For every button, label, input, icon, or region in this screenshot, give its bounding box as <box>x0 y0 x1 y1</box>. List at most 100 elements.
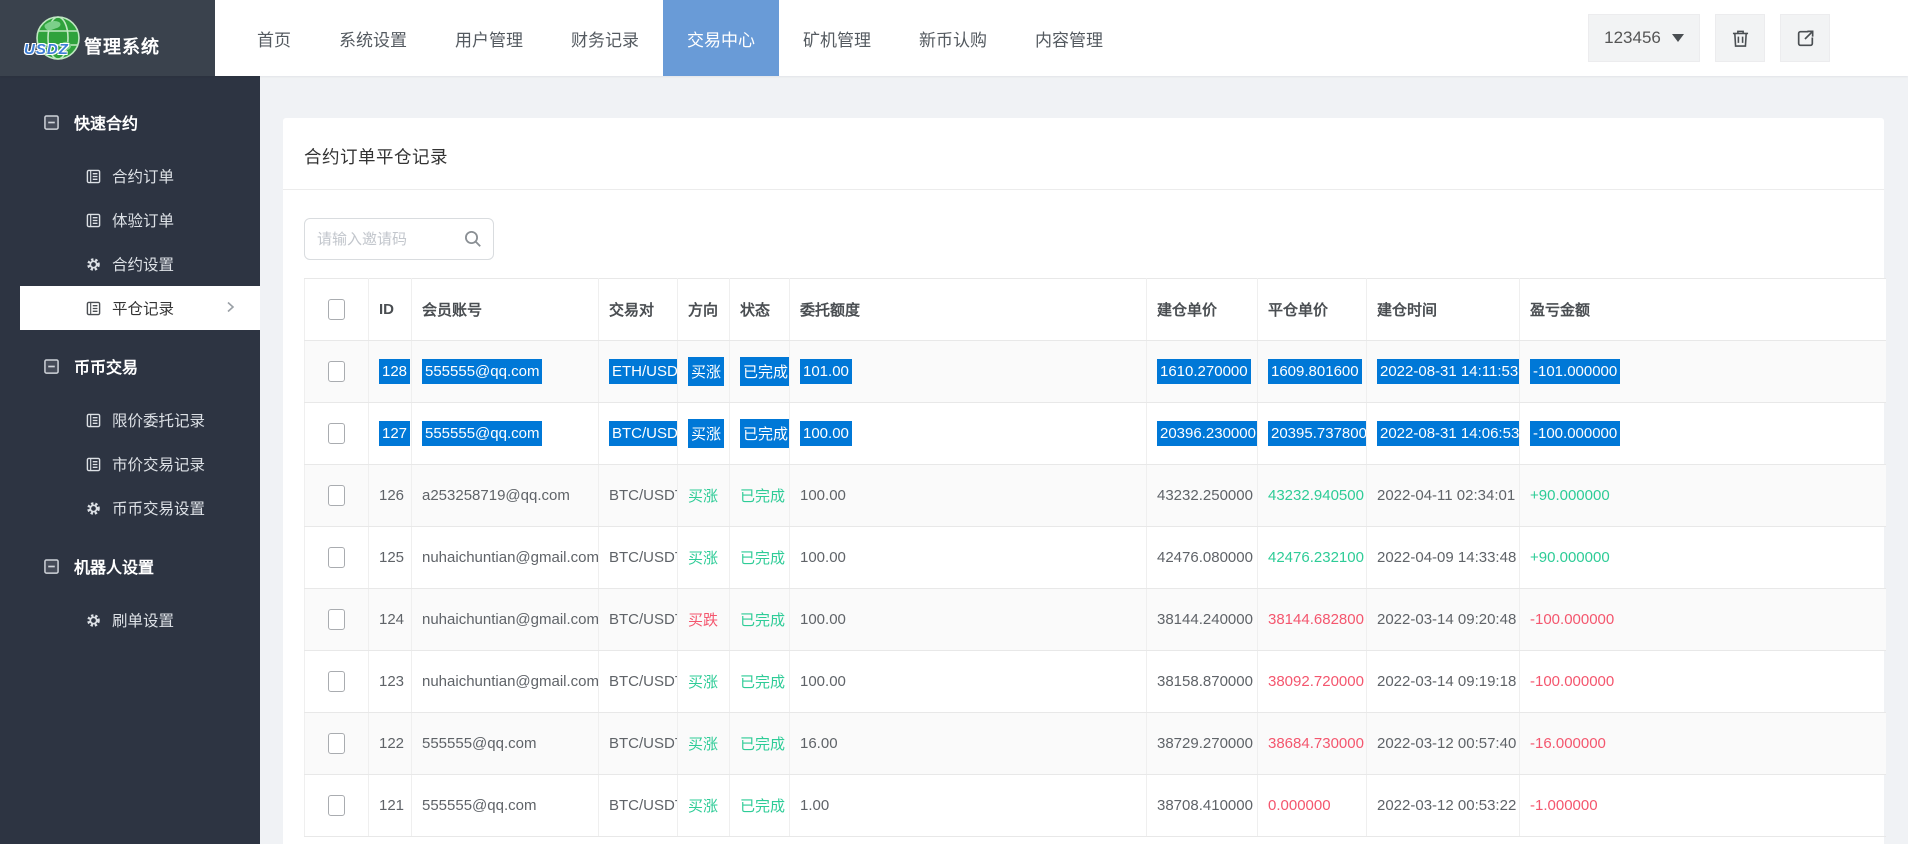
cell-pair: BTC/USDT <box>599 527 678 589</box>
cell-id: 128 <box>369 341 412 403</box>
row-checkbox-cell <box>305 775 369 837</box>
cell-text: 42476.080000 <box>1157 549 1253 566</box>
nav-item-4[interactable]: 交易中心 <box>663 0 779 76</box>
row-checkbox[interactable] <box>328 547 345 568</box>
cell-close: 38144.682800 <box>1258 589 1367 651</box>
nav-item-5[interactable]: 矿机管理 <box>779 0 895 76</box>
row-checkbox[interactable] <box>328 423 345 444</box>
nav-item-0[interactable]: 首页 <box>233 0 315 76</box>
sidebar-item[interactable]: 刷单设置 <box>0 598 260 642</box>
column-header: 交易对 <box>599 279 678 341</box>
sidebar-item[interactable]: 币币交易设置 <box>0 486 260 530</box>
cell-text: 已完成 <box>740 674 785 691</box>
cell-status: 已完成 <box>730 713 790 775</box>
trash-icon <box>1730 28 1751 49</box>
row-checkbox[interactable] <box>328 609 345 630</box>
cell-text: a253258719@qq.com <box>422 487 570 504</box>
cell-status: 已完成 <box>730 465 790 527</box>
nav-item-3[interactable]: 财务记录 <box>547 0 663 76</box>
sidebar-item[interactable]: 合约订单 <box>0 154 260 198</box>
cell-pnl: +90.000000 <box>1520 527 1886 589</box>
column-header: 建仓时间 <box>1367 279 1520 341</box>
select-all-checkbox[interactable] <box>328 299 345 320</box>
sidebar-section-1: 币币交易限价委托记录市价交易记录币币交易设置 <box>0 344 260 530</box>
cell-text: 2022-03-12 00:57:40 <box>1377 735 1516 752</box>
cell-pair: BTC/USDT <box>599 589 678 651</box>
table-wrap: ID会员账号交易对方向状态委托额度建仓单价平仓单价建仓时间盈亏金额 128555… <box>304 278 1884 837</box>
cell-text: 已完成 <box>740 357 790 386</box>
cell-text: 1.00 <box>800 797 829 814</box>
cell-text: nuhaichuntian@gmail.com <box>422 549 599 566</box>
row-checkbox[interactable] <box>328 671 345 692</box>
sidebar-section-title[interactable]: 机器人设置 <box>0 544 260 588</box>
sidebar-section-0: 快速合约合约订单体验订单合约设置平仓记录 <box>0 100 260 330</box>
sidebar-item-label: 合约订单 <box>112 165 174 187</box>
nav-item-7[interactable]: 内容管理 <box>1011 0 1127 76</box>
search-icon[interactable] <box>463 229 483 249</box>
sidebar-section-label: 机器人设置 <box>74 554 154 578</box>
sidebar-item[interactable]: 市价交易记录 <box>0 442 260 486</box>
clear-cache-button[interactable] <box>1715 14 1765 62</box>
cell-text: -100.000000 <box>1530 611 1614 628</box>
cell-amount: 100.00 <box>790 651 1147 713</box>
column-header: 会员账号 <box>412 279 599 341</box>
cell-time: 2022-03-14 09:19:18 <box>1367 651 1520 713</box>
logout-button[interactable] <box>1780 14 1830 62</box>
sidebar-section-title[interactable]: 币币交易 <box>0 344 260 388</box>
cell-id: 123 <box>369 651 412 713</box>
logo: USDZ 管理系统 <box>0 0 215 76</box>
cell-text: BTC/USDT <box>609 487 678 504</box>
nav-item-1[interactable]: 系统设置 <box>315 0 431 76</box>
card-header: 合约订单平仓记录 <box>283 118 1884 190</box>
nav-item-label: 内容管理 <box>1035 26 1103 51</box>
cell-text: +90.000000 <box>1530 487 1610 504</box>
sidebar-item[interactable]: 限价委托记录 <box>0 398 260 442</box>
row-checkbox-cell <box>305 651 369 713</box>
sidebar-item-label: 限价委托记录 <box>112 409 205 431</box>
cell-text: 0.000000 <box>1268 797 1331 814</box>
row-checkbox[interactable] <box>328 361 345 382</box>
column-header: 委托额度 <box>790 279 1147 341</box>
cell-account: 555555@qq.com <box>412 713 599 775</box>
sidebar-item-label: 市价交易记录 <box>112 453 205 475</box>
globe-logo-icon: USDZ <box>34 14 82 62</box>
cell-text: BTC/USDT <box>609 549 678 566</box>
cell-close: 38684.730000 <box>1258 713 1367 775</box>
sidebar-item[interactable]: 体验订单 <box>0 198 260 242</box>
sidebar-section-title[interactable]: 快速合约 <box>0 100 260 144</box>
row-checkbox[interactable] <box>328 795 345 816</box>
gear-icon <box>86 501 101 516</box>
cell-pnl: -16.000000 <box>1520 713 1886 775</box>
cell-time: 2022-04-09 14:33:48 <box>1367 527 1520 589</box>
nav-item-label: 财务记录 <box>571 26 639 51</box>
row-checkbox[interactable] <box>328 485 345 506</box>
table-body: 128555555@qq.comETH/USDT买涨已完成101.001610.… <box>305 341 1886 837</box>
column-header: 盈亏金额 <box>1520 279 1886 341</box>
sidebar-item[interactable]: 合约设置 <box>0 242 260 286</box>
cell-status: 已完成 <box>730 341 790 403</box>
sidebar-item[interactable]: 平仓记录 <box>20 286 260 330</box>
nav-item-2[interactable]: 用户管理 <box>431 0 547 76</box>
cell-pnl: -100.000000 <box>1520 589 1886 651</box>
cell-text: 124 <box>379 611 404 628</box>
cell-amount: 1.00 <box>790 775 1147 837</box>
cell-text: nuhaichuntian@gmail.com <box>422 611 599 628</box>
cell-text: 38144.682800 <box>1268 611 1364 628</box>
caret-down-icon <box>1672 34 1684 42</box>
row-checkbox[interactable] <box>328 733 345 754</box>
cell-text: 100.00 <box>800 487 846 504</box>
nav-item-label: 新币认购 <box>919 26 987 51</box>
collapse-icon <box>44 359 59 374</box>
gear-icon <box>86 257 101 272</box>
topbar-actions: 123456 <box>1588 0 1908 76</box>
nav-item-6[interactable]: 新币认购 <box>895 0 1011 76</box>
cell-text: -16.000000 <box>1530 735 1606 752</box>
cell-text: 1610.270000 <box>1157 359 1251 384</box>
cell-close: 42476.232100 <box>1258 527 1367 589</box>
cell-text: 100.00 <box>800 673 846 690</box>
user-dropdown-button[interactable]: 123456 <box>1588 14 1700 62</box>
nav-item-label: 用户管理 <box>455 26 523 51</box>
nav-item-label: 交易中心 <box>687 26 755 51</box>
list-icon <box>86 213 101 228</box>
cell-text: 已完成 <box>740 612 785 629</box>
